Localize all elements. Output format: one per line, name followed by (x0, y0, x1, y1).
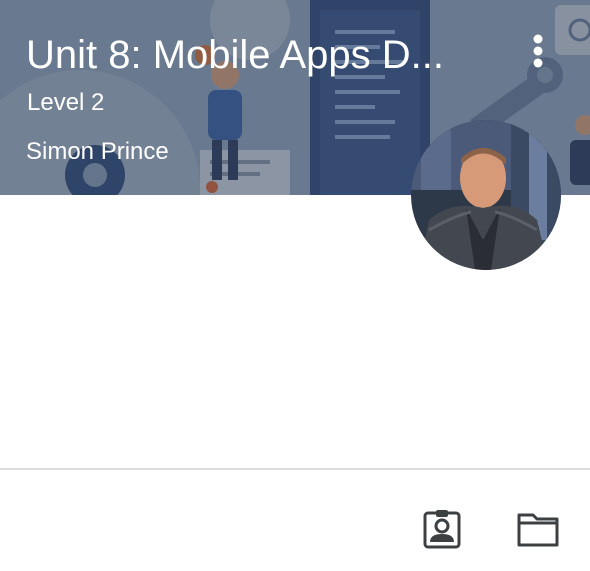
course-section: Level 2 (27, 89, 105, 116)
assignment-ind-icon (423, 510, 461, 549)
your-work-button[interactable] (418, 505, 466, 553)
teacher-name: Simon Prince (26, 138, 169, 165)
class-card[interactable]: Unit 8: Mobile Apps D... Level 2 Simon P… (0, 0, 590, 571)
open-folder-button[interactable] (514, 505, 562, 553)
card-divider (0, 468, 590, 470)
teacher-avatar (411, 120, 561, 270)
folder-icon (517, 513, 559, 547)
course-title[interactable]: Unit 8: Mobile Apps D... (26, 30, 486, 80)
more-vert-icon (533, 34, 543, 68)
more-options-button[interactable] (520, 30, 556, 70)
